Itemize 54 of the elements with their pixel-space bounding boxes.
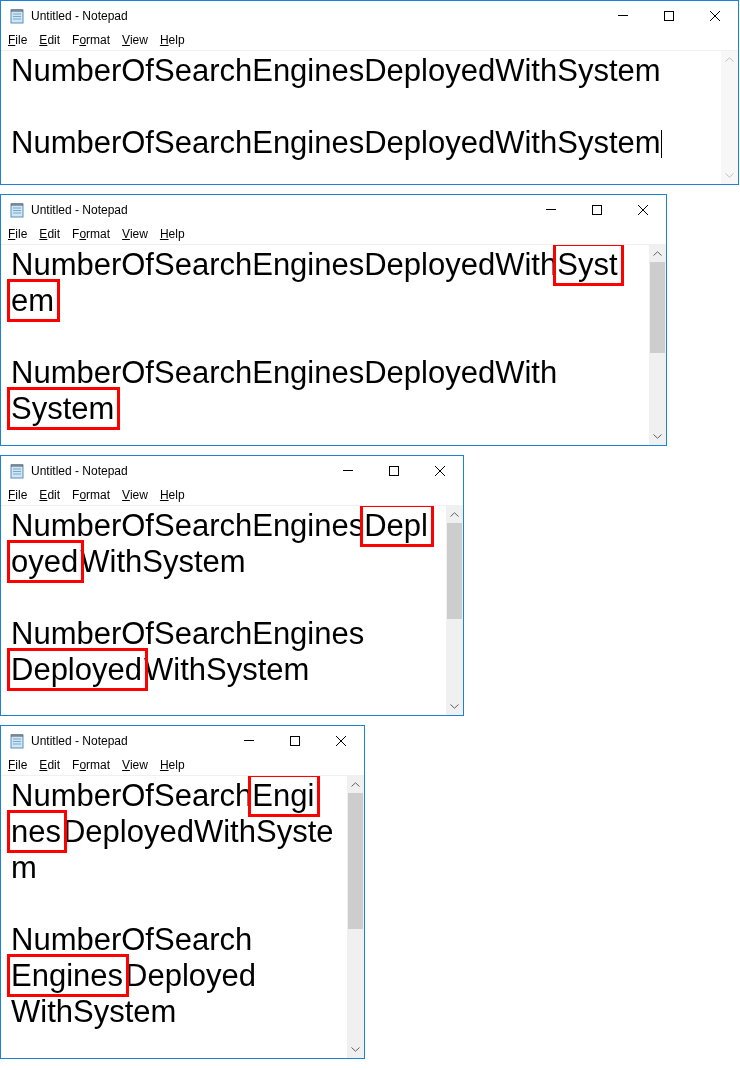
scrollbar-thumb[interactable] [447,523,462,620]
notepad-icon [9,201,25,218]
notepad-icon [9,462,25,479]
scrollbar[interactable] [446,506,463,715]
maximize-icon [592,204,602,215]
menu-item[interactable]: View [116,758,154,772]
maximize-icon [664,10,674,21]
menu-item[interactable]: Help [153,227,191,241]
text-line: NumberOfSearch [11,922,253,958]
window-title: Untitled - Notepad [31,202,129,217]
text-line: m [11,850,37,886]
close-icon [710,10,720,21]
scrollbar-thumb[interactable] [348,793,363,930]
menu-item[interactable]: Help [153,33,191,47]
close-icon [435,465,445,476]
menu-item[interactable]: View [116,33,154,47]
menu-item[interactable]: View [116,227,154,241]
scrollbar-thumb[interactable] [650,262,665,354]
menu-item[interactable]: File [2,758,34,772]
text-line: NumberOfSearchEnginesDeployedWithSystem [11,53,661,89]
window-title: Untitled - Notepad [31,733,129,748]
menu-item[interactable]: Format [66,227,117,241]
menu-item[interactable]: Format [66,488,117,502]
menu-item[interactable]: Edit [33,488,67,502]
scrollbar[interactable] [347,776,364,1058]
close-icon [336,735,346,746]
scrollbar[interactable] [649,245,666,445]
notepad-icon [9,732,25,749]
close-icon [638,204,648,215]
menu-item[interactable]: File [2,488,34,502]
minimize-icon [618,15,628,16]
window-title: Untitled - Notepad [31,8,129,23]
menu-item[interactable]: Help [153,488,191,502]
notepad-icon [9,7,25,24]
window-title: Untitled - Notepad [31,463,129,478]
menu-item[interactable]: Help [153,758,191,772]
minimize-icon [343,470,353,471]
maximize-icon [290,735,300,746]
minimize-icon [546,209,556,210]
menu-item[interactable]: Edit [33,758,67,772]
text-line: NumberOfSearchEngi [11,778,317,814]
menu-item[interactable]: Edit [33,227,67,241]
menu-item[interactable]: File [2,33,34,47]
menu-item[interactable]: Format [66,758,117,772]
maximize-icon [389,465,399,476]
menu-item[interactable]: View [116,488,154,502]
text-line: NumberOfSearchEngines [11,616,365,652]
text-line: NumberOfSearchEnginesDeployedWithSystem [11,125,662,161]
menu-item[interactable]: File [2,227,34,241]
minimize-icon [244,740,254,741]
menu-item[interactable]: Edit [33,33,67,47]
menu-item[interactable]: Format [66,33,117,47]
text-line: WithSystem [11,994,177,1030]
text-line: NumberOfSearchEnginesDeployedWith [11,355,558,391]
